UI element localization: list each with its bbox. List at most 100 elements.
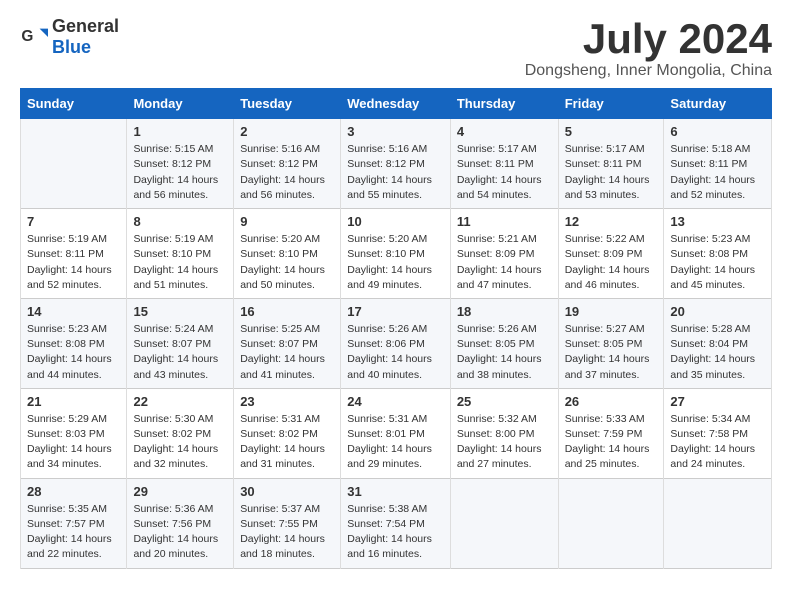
day-info: Sunrise: 5:32 AM Sunset: 8:00 PM Dayligh… — [457, 412, 552, 473]
day-number: 11 — [457, 214, 552, 229]
day-cell: 5 Sunrise: 5:17 AM Sunset: 8:11 PM Daylig… — [558, 119, 664, 209]
day-cell: 19Sunrise: 5:27 AM Sunset: 8:05 PM Dayli… — [558, 298, 664, 388]
day-number: 17 — [347, 304, 444, 319]
logo-icon: G — [20, 23, 48, 51]
day-number: 28 — [27, 484, 120, 499]
day-number: 2 — [240, 124, 334, 139]
header-cell-saturday: Saturday — [664, 89, 772, 119]
day-cell: 7 Sunrise: 5:19 AM Sunset: 8:11 PM Daylig… — [21, 209, 127, 299]
day-cell: 27Sunrise: 5:34 AM Sunset: 7:58 PM Dayli… — [664, 388, 772, 478]
day-cell: 2 Sunrise: 5:16 AM Sunset: 8:12 PM Daylig… — [234, 119, 341, 209]
day-info: Sunrise: 5:16 AM Sunset: 8:12 PM Dayligh… — [240, 142, 334, 203]
day-number: 19 — [565, 304, 658, 319]
day-number: 7 — [27, 214, 120, 229]
week-row-4: 21 Sunrise: 5:29 AM Sunset: 8:03 PM Dayli… — [21, 388, 772, 478]
day-cell: 6Sunrise: 5:18 AM Sunset: 8:11 PM Daylig… — [664, 119, 772, 209]
day-cell: 18Sunrise: 5:26 AM Sunset: 8:05 PM Dayli… — [450, 298, 558, 388]
day-number: 13 — [670, 214, 765, 229]
day-number: 16 — [240, 304, 334, 319]
day-cell: 4Sunrise: 5:17 AM Sunset: 8:11 PM Daylig… — [450, 119, 558, 209]
day-number: 21 — [27, 394, 120, 409]
svg-text:G: G — [21, 28, 33, 45]
day-info: Sunrise: 5:20 AM Sunset: 8:10 PM Dayligh… — [347, 232, 444, 293]
day-info: Sunrise: 5:26 AM Sunset: 8:05 PM Dayligh… — [457, 322, 552, 383]
day-info: Sunrise: 5:19 AM Sunset: 8:10 PM Dayligh… — [133, 232, 227, 293]
day-cell: 1 Sunrise: 5:15 AM Sunset: 8:12 PM Daylig… — [127, 119, 234, 209]
day-number: 15 — [133, 304, 227, 319]
day-number: 23 — [240, 394, 334, 409]
day-number: 24 — [347, 394, 444, 409]
calendar-table: SundayMondayTuesdayWednesdayThursdayFrid… — [20, 88, 772, 568]
header-cell-tuesday: Tuesday — [234, 89, 341, 119]
day-number: 12 — [565, 214, 658, 229]
day-info: Sunrise: 5:23 AM Sunset: 8:08 PM Dayligh… — [670, 232, 765, 293]
day-info: Sunrise: 5:16 AM Sunset: 8:12 PM Dayligh… — [347, 142, 444, 203]
day-cell: 14 Sunrise: 5:23 AM Sunset: 8:08 PM Dayli… — [21, 298, 127, 388]
day-cell: 28 Sunrise: 5:35 AM Sunset: 7:57 PM Dayli… — [21, 478, 127, 568]
week-row-1: 1 Sunrise: 5:15 AM Sunset: 8:12 PM Daylig… — [21, 119, 772, 209]
day-info: Sunrise: 5:28 AM Sunset: 8:04 PM Dayligh… — [670, 322, 765, 383]
day-info: Sunrise: 5:31 AM Sunset: 8:02 PM Dayligh… — [240, 412, 334, 473]
logo-general: General — [52, 16, 119, 36]
day-cell — [558, 478, 664, 568]
day-cell: 20 Sunrise: 5:28 AM Sunset: 8:04 PM Dayli… — [664, 298, 772, 388]
logo: G General Blue — [20, 16, 119, 58]
subtitle: Dongsheng, Inner Mongolia, China — [525, 62, 772, 80]
day-number: 20 — [670, 304, 765, 319]
day-cell: 11 Sunrise: 5:21 AM Sunset: 8:09 PM Dayli… — [450, 209, 558, 299]
header-cell-sunday: Sunday — [21, 89, 127, 119]
day-cell: 8 Sunrise: 5:19 AM Sunset: 8:10 PM Daylig… — [127, 209, 234, 299]
day-number: 5 — [565, 124, 658, 139]
day-number: 1 — [133, 124, 227, 139]
logo-blue: Blue — [52, 37, 91, 57]
day-cell: 21 Sunrise: 5:29 AM Sunset: 8:03 PM Dayli… — [21, 388, 127, 478]
day-info: Sunrise: 5:19 AM Sunset: 8:11 PM Dayligh… — [27, 232, 120, 293]
day-number: 22 — [133, 394, 227, 409]
day-info: Sunrise: 5:36 AM Sunset: 7:56 PM Dayligh… — [133, 502, 227, 563]
day-cell: 10 Sunrise: 5:20 AM Sunset: 8:10 PM Dayli… — [341, 209, 451, 299]
day-info: Sunrise: 5:30 AM Sunset: 8:02 PM Dayligh… — [133, 412, 227, 473]
day-number: 6 — [670, 124, 765, 139]
day-info: Sunrise: 5:38 AM Sunset: 7:54 PM Dayligh… — [347, 502, 444, 563]
header-row: SundayMondayTuesdayWednesdayThursdayFrid… — [21, 89, 772, 119]
day-number: 4 — [457, 124, 552, 139]
day-number: 14 — [27, 304, 120, 319]
main-title: July 2024 — [525, 16, 772, 62]
day-cell: 24 Sunrise: 5:31 AM Sunset: 8:01 PM Dayli… — [341, 388, 451, 478]
day-number: 26 — [565, 394, 658, 409]
day-number: 9 — [240, 214, 334, 229]
day-info: Sunrise: 5:35 AM Sunset: 7:57 PM Dayligh… — [27, 502, 120, 563]
day-info: Sunrise: 5:20 AM Sunset: 8:10 PM Dayligh… — [240, 232, 334, 293]
day-number: 29 — [133, 484, 227, 499]
day-info: Sunrise: 5:15 AM Sunset: 8:12 PM Dayligh… — [133, 142, 227, 203]
day-cell: 22 Sunrise: 5:30 AM Sunset: 8:02 PM Dayli… — [127, 388, 234, 478]
day-info: Sunrise: 5:26 AM Sunset: 8:06 PM Dayligh… — [347, 322, 444, 383]
week-row-3: 14 Sunrise: 5:23 AM Sunset: 8:08 PM Dayli… — [21, 298, 772, 388]
day-cell: 15 Sunrise: 5:24 AM Sunset: 8:07 PM Dayli… — [127, 298, 234, 388]
week-row-5: 28 Sunrise: 5:35 AM Sunset: 7:57 PM Dayli… — [21, 478, 772, 568]
day-cell: 29 Sunrise: 5:36 AM Sunset: 7:56 PM Dayli… — [127, 478, 234, 568]
day-info: Sunrise: 5:25 AM Sunset: 8:07 PM Dayligh… — [240, 322, 334, 383]
day-info: Sunrise: 5:37 AM Sunset: 7:55 PM Dayligh… — [240, 502, 334, 563]
header-cell-friday: Friday — [558, 89, 664, 119]
day-info: Sunrise: 5:31 AM Sunset: 8:01 PM Dayligh… — [347, 412, 444, 473]
day-cell — [450, 478, 558, 568]
day-info: Sunrise: 5:21 AM Sunset: 8:09 PM Dayligh… — [457, 232, 552, 293]
day-cell — [21, 119, 127, 209]
day-info: Sunrise: 5:23 AM Sunset: 8:08 PM Dayligh… — [27, 322, 120, 383]
day-cell: 30 Sunrise: 5:37 AM Sunset: 7:55 PM Dayli… — [234, 478, 341, 568]
day-cell: 9 Sunrise: 5:20 AM Sunset: 8:10 PM Daylig… — [234, 209, 341, 299]
day-info: Sunrise: 5:17 AM Sunset: 8:11 PM Dayligh… — [565, 142, 658, 203]
title-area: July 2024 Dongsheng, Inner Mongolia, Chi… — [525, 16, 772, 80]
day-number: 10 — [347, 214, 444, 229]
day-number: 30 — [240, 484, 334, 499]
day-number: 8 — [133, 214, 227, 229]
day-info: Sunrise: 5:29 AM Sunset: 8:03 PM Dayligh… — [27, 412, 120, 473]
day-info: Sunrise: 5:24 AM Sunset: 8:07 PM Dayligh… — [133, 322, 227, 383]
header-cell-monday: Monday — [127, 89, 234, 119]
day-cell: 31Sunrise: 5:38 AM Sunset: 7:54 PM Dayli… — [341, 478, 451, 568]
day-cell: 3Sunrise: 5:16 AM Sunset: 8:12 PM Daylig… — [341, 119, 451, 209]
day-info: Sunrise: 5:34 AM Sunset: 7:58 PM Dayligh… — [670, 412, 765, 473]
day-info: Sunrise: 5:33 AM Sunset: 7:59 PM Dayligh… — [565, 412, 658, 473]
day-cell: 17 Sunrise: 5:26 AM Sunset: 8:06 PM Dayli… — [341, 298, 451, 388]
